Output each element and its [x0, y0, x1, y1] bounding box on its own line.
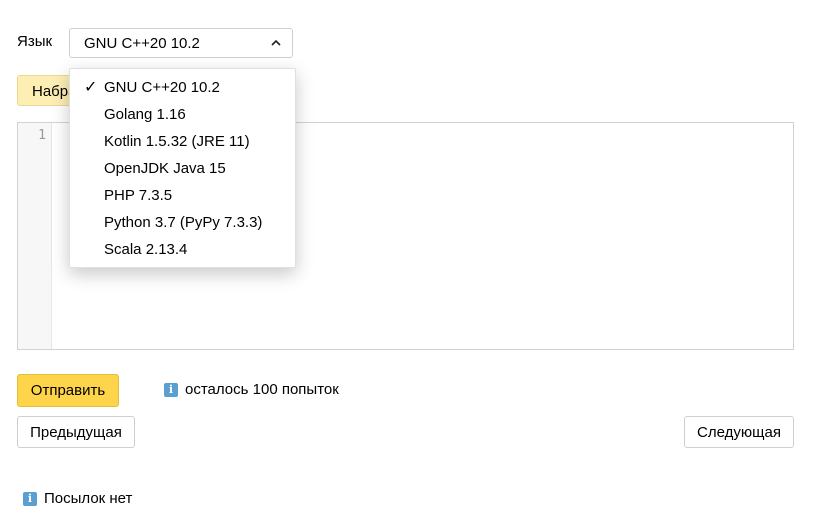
language-option-label: Scala 2.13.4 [104, 241, 188, 258]
no-submissions-text: Посылок нет [44, 490, 133, 507]
no-submissions-info: i Посылок нет [23, 490, 132, 507]
attempts-info: i осталось 100 попыток [164, 381, 339, 398]
language-label: Язык [17, 33, 53, 50]
language-option[interactable]: PHP 7.3.5 [70, 182, 295, 209]
language-option[interactable]: ✓ GNU C++20 10.2 [70, 74, 295, 101]
language-selected-value: GNU C++20 10.2 [84, 34, 200, 52]
chevron-up-icon [271, 39, 281, 46]
language-option-label: Python 3.7 (PyPy 7.3.3) [104, 214, 263, 231]
attempts-text: осталось 100 попыток [185, 381, 339, 398]
language-option-label: GNU C++20 10.2 [104, 79, 220, 96]
submit-button-label: Отправить [30, 382, 106, 399]
next-button[interactable]: Следующая [684, 416, 794, 448]
language-dropdown-menu: ✓ GNU C++20 10.2 Golang 1.16 Kotlin 1.5.… [69, 68, 296, 268]
language-select[interactable]: GNU C++20 10.2 [69, 28, 293, 58]
language-option[interactable]: OpenJDK Java 15 [70, 155, 295, 182]
previous-button[interactable]: Предыдущая [17, 416, 135, 448]
language-option[interactable]: Golang 1.16 [70, 101, 295, 128]
language-option[interactable]: Python 3.7 (PyPy 7.3.3) [70, 209, 295, 236]
language-option-label: Golang 1.16 [104, 106, 186, 123]
checkmark-icon: ✓ [84, 79, 98, 96]
language-option-label: Kotlin 1.5.32 (JRE 11) [104, 133, 250, 150]
language-option-label: OpenJDK Java 15 [104, 160, 226, 177]
next-button-label: Следующая [697, 423, 781, 441]
language-option[interactable]: Scala 2.13.4 [70, 236, 295, 263]
submit-button[interactable]: Отправить [17, 374, 119, 407]
previous-button-label: Предыдущая [30, 423, 122, 441]
info-icon: i [164, 382, 178, 397]
editor-gutter: 1 [18, 123, 52, 349]
language-option[interactable]: Kotlin 1.5.32 (JRE 11) [70, 128, 295, 155]
line-number: 1 [38, 128, 46, 143]
info-icon: i [23, 491, 37, 506]
language-option-label: PHP 7.3.5 [104, 187, 173, 204]
